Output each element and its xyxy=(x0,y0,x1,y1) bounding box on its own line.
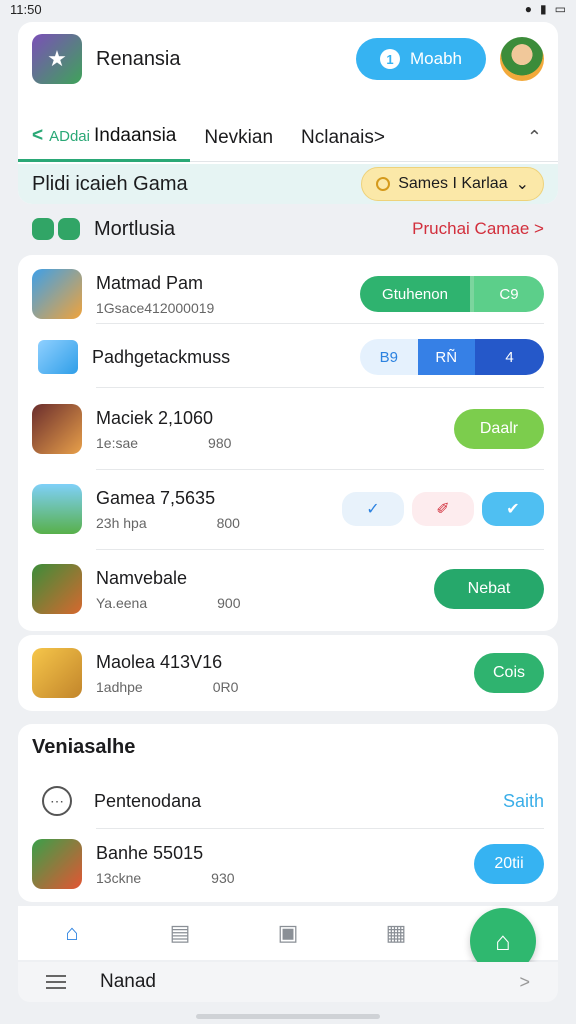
game-icon xyxy=(32,269,82,319)
menu-icon[interactable] xyxy=(46,975,66,989)
cards-icon[interactable]: ▤ xyxy=(126,920,234,946)
status-time: 11:50 xyxy=(10,1,42,17)
segmented-control[interactable]: B9 RÑ 4 xyxy=(360,339,544,375)
list-item[interactable]: Matmad Pam 1Gsace412000019 Gtuhenon C9 xyxy=(18,263,558,325)
footer-label: Nanad xyxy=(100,971,156,992)
list-item[interactable]: Padhgetackmuss B9 RÑ 4 xyxy=(18,327,558,387)
game-list-card: Matmad Pam 1Gsace412000019 Gtuhenon C9 P… xyxy=(18,255,558,631)
app-icon[interactable]: ★ xyxy=(32,34,82,84)
chevron-right-icon: > xyxy=(519,971,530,992)
list-item[interactable]: Maolea 413V16 1adhpe 0R0 Cois xyxy=(18,647,558,699)
tab-nclanais[interactable]: Nclanais> xyxy=(287,114,399,162)
action-button[interactable]: Cois xyxy=(474,653,544,693)
status-bar: 11:50 ● ▮ ▭ xyxy=(0,0,576,18)
filter-dropdown[interactable]: Sames I Karlaa ⌄ xyxy=(361,167,544,201)
app-title: Renansia xyxy=(96,47,181,70)
item-link[interactable]: Saith xyxy=(503,791,544,812)
action-number-icon: 1 xyxy=(380,49,401,69)
chevron-left-icon: < xyxy=(32,125,44,146)
game-icon xyxy=(32,564,82,614)
section-link[interactable]: Pruchai Camae > xyxy=(412,219,544,239)
action-button[interactable]: 20tii xyxy=(474,844,544,884)
home-indicator xyxy=(196,1014,380,1019)
list-item[interactable]: Maciek 2,1060 1e:sae 980 Daalr xyxy=(18,391,558,467)
game-icon xyxy=(32,839,82,889)
tab-indaansia[interactable]: < ADdai Indaansia xyxy=(18,114,191,162)
game-icon xyxy=(32,648,82,698)
check-icon[interactable]: ✓ xyxy=(342,492,404,526)
section-title: Mortlusia xyxy=(94,217,176,240)
action-button[interactable]: Nebat xyxy=(434,569,544,609)
tab-nevkian[interactable]: Nevkian xyxy=(190,114,287,162)
avatar[interactable] xyxy=(500,37,544,81)
header-action-label: Moabh xyxy=(410,49,462,68)
header-action-button[interactable]: 1 Moabh xyxy=(356,38,486,80)
game-icon xyxy=(32,484,82,534)
bottom-card-title: Veniasalhe xyxy=(32,736,136,758)
tab-bar: < ADdai Indaansia Nevkian Nclanais> ⌃ xyxy=(18,114,558,162)
list-item[interactable]: Gamea 7,5635 23h hpa 800 ✓ ✐ ✔ xyxy=(18,471,558,547)
game-icon xyxy=(32,404,82,454)
book-icon[interactable]: ▦ xyxy=(342,920,450,946)
smiley-icon: ⋯ xyxy=(42,786,72,816)
list-item[interactable]: Namvebale Ya.eena 900 Nebat xyxy=(18,551,558,627)
battery-icon: ▭ xyxy=(554,2,566,16)
confirm-icon[interactable]: ✔ xyxy=(482,492,544,526)
single-game-card: Maolea 413V16 1adhpe 0R0 Cois xyxy=(18,635,558,711)
wifi-icon: ● xyxy=(524,2,533,16)
action-button[interactable]: Daalr xyxy=(454,409,544,449)
segmented-control[interactable]: Gtuhenon C9 xyxy=(360,276,544,312)
header-card: ★ Renansia 1 Moabh < ADdai Indaansia Nev… xyxy=(18,22,558,204)
signal-icon: ▮ xyxy=(540,2,547,16)
filter-bar: Plidi icaieh Gama Sames I Karlaa ⌄ xyxy=(18,164,558,204)
home-icon[interactable]: ⌂ xyxy=(18,920,126,946)
footer-row[interactable]: Nanad > xyxy=(18,962,558,1002)
section-icons xyxy=(32,218,80,240)
leaf-icon xyxy=(32,218,54,240)
list-item[interactable]: ⋯ Pentenodana Saith xyxy=(18,778,558,824)
search-icon xyxy=(376,177,391,191)
chevron-up-icon[interactable]: ⌃ xyxy=(527,127,542,148)
section-header: Mortlusia Pruchai Camae > xyxy=(18,208,558,250)
list-item[interactable]: Banhe 55015 13ckne 930 20tii xyxy=(18,836,558,892)
bottom-card: Veniasalhe ⋯ Pentenodana Saith Banhe 550… xyxy=(18,724,558,902)
edit-icon[interactable]: ✐ xyxy=(412,492,474,526)
filter-title: Plidi icaieh Gama xyxy=(32,172,188,195)
diamond-icon xyxy=(38,340,78,374)
game-icon xyxy=(58,218,80,240)
chevron-down-icon: ⌄ xyxy=(515,176,529,193)
bag-icon[interactable]: ▣ xyxy=(234,920,342,946)
